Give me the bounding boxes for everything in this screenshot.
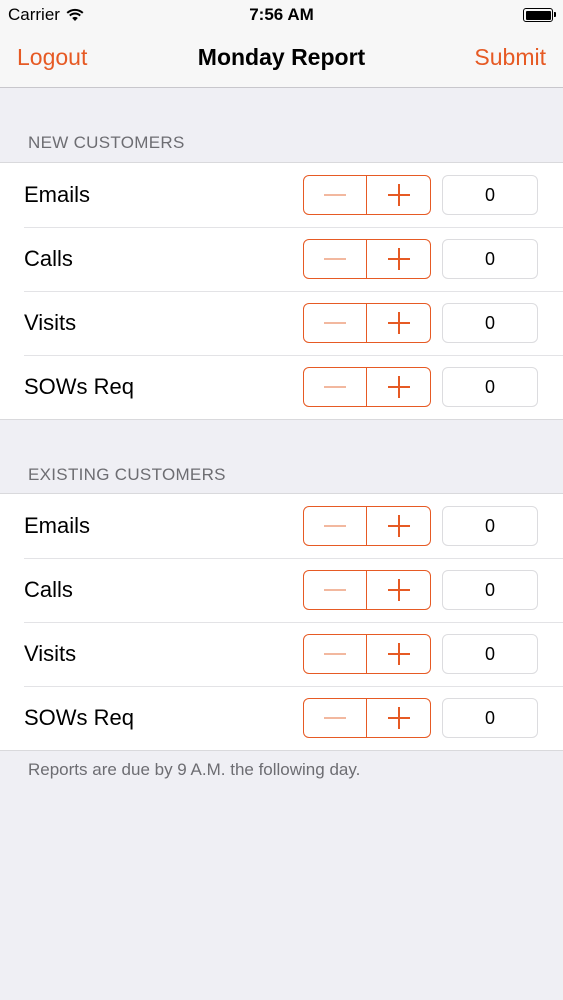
count-field[interactable]: 0 (442, 570, 538, 610)
row-label: Emails (24, 182, 91, 207)
increment-button[interactable] (367, 635, 430, 673)
increment-button[interactable] (367, 304, 430, 342)
section-header-existing-customers: EXISTING CUSTOMERS (28, 465, 226, 484)
decrement-button[interactable] (304, 635, 367, 673)
footer-note: Reports are due by 9 A.M. the following … (28, 760, 361, 779)
plus-icon (387, 707, 410, 729)
increment-button[interactable] (367, 571, 430, 609)
row-label: SOWs Req (24, 374, 135, 399)
list-item: SOWs Req 0 (0, 686, 563, 750)
decrement-button[interactable] (304, 368, 367, 406)
decrement-button[interactable] (304, 240, 367, 278)
list-item: Emails 0 (0, 163, 563, 227)
minus-icon (324, 717, 346, 719)
plus-icon (387, 643, 410, 665)
row-label: Visits (24, 310, 77, 335)
status-time: 7:56 AM (249, 5, 314, 24)
status-bar: Carrier 7:56 AM (0, 0, 563, 30)
quantity-stepper (303, 506, 431, 546)
minus-icon (324, 386, 346, 388)
new-customers-group: Emails 0 Calls 0 Visits 0 SOWs Req 0 (0, 162, 563, 420)
decrement-button[interactable] (304, 176, 367, 214)
row-label: Emails (24, 513, 91, 538)
minus-icon (324, 525, 346, 527)
plus-icon (387, 376, 410, 398)
count-field[interactable]: 0 (442, 303, 538, 343)
increment-button[interactable] (367, 699, 430, 737)
list-item: SOWs Req 0 (0, 355, 563, 419)
list-item: Visits 0 (0, 291, 563, 355)
plus-icon (387, 515, 410, 537)
quantity-stepper (303, 698, 431, 738)
increment-button[interactable] (367, 240, 430, 278)
existing-customers-group: Emails 0 Calls 0 Visits 0 SOWs Req 0 (0, 493, 563, 751)
count-field[interactable]: 0 (442, 506, 538, 546)
list-item: Calls 0 (0, 558, 563, 622)
minus-icon (324, 322, 346, 324)
minus-icon (324, 589, 346, 591)
navigation-bar: Logout Monday Report Submit (0, 30, 563, 88)
list-item: Calls 0 (0, 227, 563, 291)
count-field[interactable]: 0 (442, 367, 538, 407)
minus-icon (324, 258, 346, 260)
plus-icon (387, 312, 410, 334)
increment-button[interactable] (367, 368, 430, 406)
quantity-stepper (303, 175, 431, 215)
row-label: Visits (24, 641, 77, 666)
quantity-stepper (303, 239, 431, 279)
plus-icon (387, 248, 410, 270)
submit-button[interactable]: Submit (474, 44, 546, 71)
plus-icon (387, 184, 410, 206)
plus-icon (387, 579, 410, 601)
decrement-button[interactable] (304, 507, 367, 545)
row-label: Calls (24, 246, 73, 271)
decrement-button[interactable] (304, 304, 367, 342)
count-field[interactable]: 0 (442, 239, 538, 279)
list-item: Visits 0 (0, 622, 563, 686)
minus-icon (324, 194, 346, 196)
battery-icon (523, 8, 556, 22)
count-field[interactable]: 0 (442, 698, 538, 738)
quantity-stepper (303, 303, 431, 343)
minus-icon (324, 653, 346, 655)
decrement-button[interactable] (304, 699, 367, 737)
row-label: Calls (24, 577, 73, 602)
quantity-stepper (303, 570, 431, 610)
quantity-stepper (303, 634, 431, 674)
count-field[interactable]: 0 (442, 175, 538, 215)
decrement-button[interactable] (304, 571, 367, 609)
increment-button[interactable] (367, 176, 430, 214)
count-field[interactable]: 0 (442, 634, 538, 674)
list-item: Emails 0 (0, 494, 563, 558)
row-label: SOWs Req (24, 705, 135, 730)
increment-button[interactable] (367, 507, 430, 545)
quantity-stepper (303, 367, 431, 407)
section-header-new-customers: NEW CUSTOMERS (28, 133, 185, 152)
